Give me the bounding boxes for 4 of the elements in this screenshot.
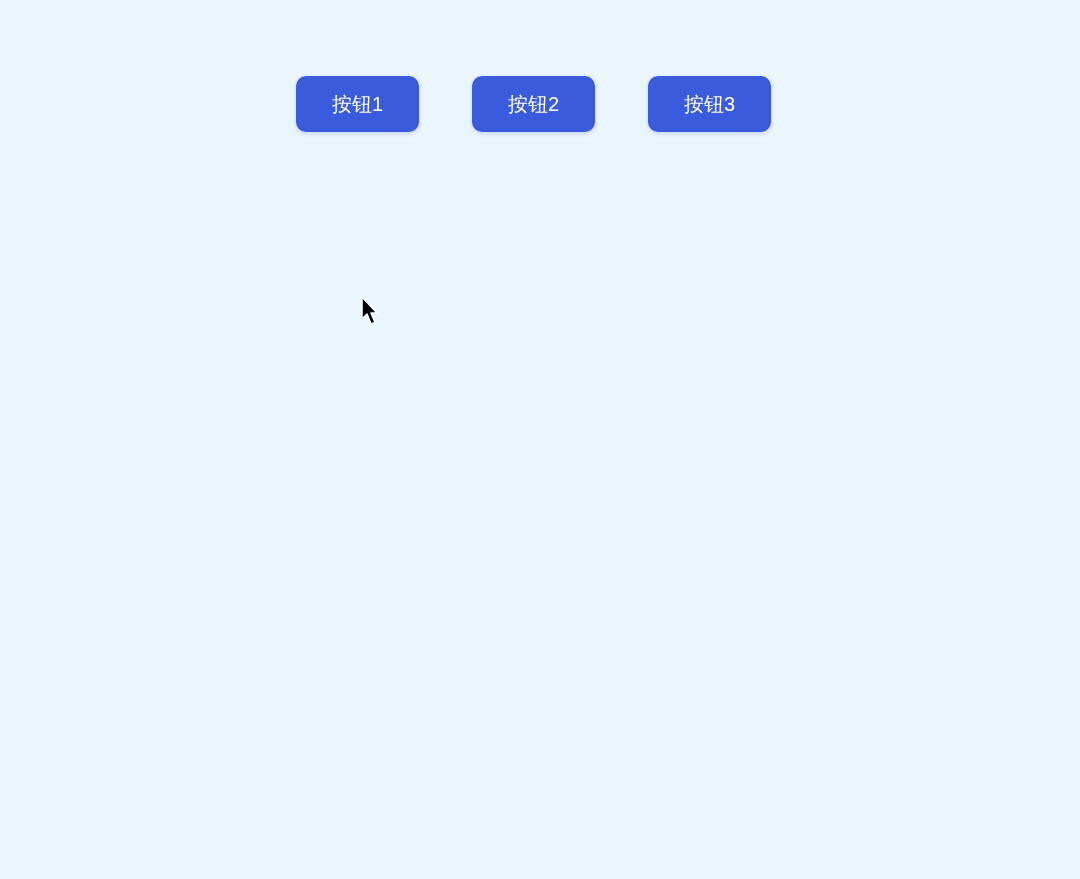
action-button[interactable]: 按钮2: [472, 76, 595, 132]
cursor-icon: [361, 296, 378, 327]
action-button[interactable]: 按钮1: [296, 76, 419, 132]
action-button[interactable]: 按钮3: [648, 76, 771, 132]
